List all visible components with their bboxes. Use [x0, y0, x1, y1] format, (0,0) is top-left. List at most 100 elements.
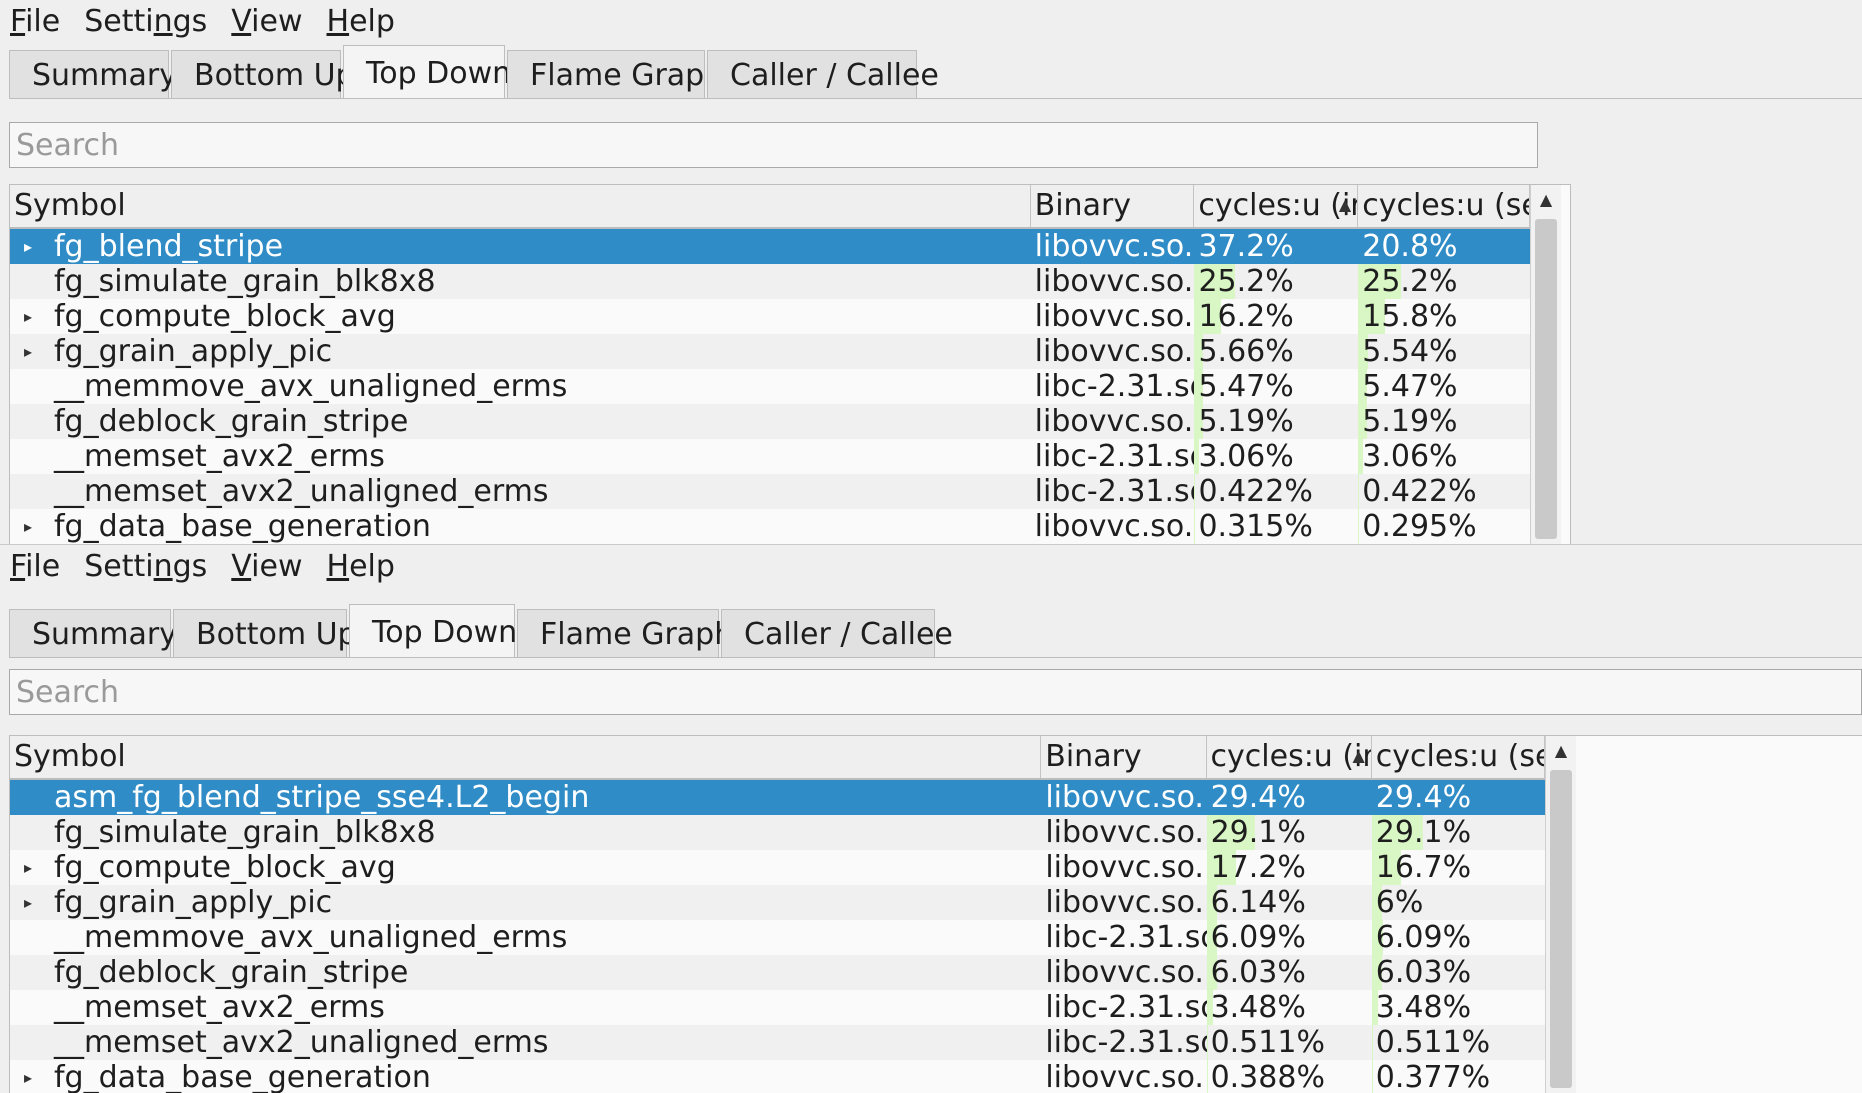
tab-top-down[interactable]: Top Down: [343, 45, 511, 98]
expand-arrow-icon[interactable]: ▸: [24, 229, 32, 264]
table-row[interactable]: __memmove_avx_unaligned_erms libc-2.31.so…: [10, 369, 1530, 404]
menu-file[interactable]: File: [0, 0, 74, 44]
menu-help[interactable]: Help: [317, 0, 409, 44]
column-header-label: cycles:u (self: [1375, 739, 1544, 774]
search-input[interactable]: [9, 122, 1538, 168]
inclusive-cost-value: 0.511%: [1210, 1025, 1325, 1060]
column-header-inclusive[interactable]: cycles:u (ir ▲: [1194, 185, 1359, 227]
expand-arrow-icon[interactable]: ▸: [24, 1060, 32, 1093]
table-row[interactable]: __memmove_avx_unaligned_erms libc-2.31.so…: [10, 920, 1545, 955]
tab-bottom-up[interactable]: Bottom Up: [171, 50, 355, 98]
self-cost-cell: 16.7%: [1371, 850, 1545, 885]
cost-bar: [1371, 1060, 1373, 1093]
binary-name: libovvc.so...: [1045, 1060, 1207, 1093]
vertical-scrollbar[interactable]: ▲: [1530, 185, 1561, 544]
expand-arrow-icon[interactable]: ▸: [24, 299, 32, 334]
self-cost-value: 0.377%: [1375, 1060, 1491, 1093]
table-row[interactable]: fg_simulate_grain_blk8x8libovvc.so...25.…: [10, 264, 1530, 299]
menu-label-part: elp: [349, 4, 395, 39]
menu-settings[interactable]: Settings: [74, 545, 221, 589]
symbol-name: fg_grain_apply_pic: [54, 885, 333, 920]
symbol-cell: ▸ fg_data_base_generation: [10, 1060, 1041, 1093]
menu-settings[interactable]: Settings: [74, 0, 221, 44]
binary-cell: libovvc.so...: [1041, 885, 1206, 920]
table-row[interactable]: __memset_avx2_erms libc-2.31.so 3.06% 3.06%: [10, 439, 1530, 474]
menu-view[interactable]: View: [221, 0, 316, 44]
symbol-cell: __memset_avx2_unaligned_erms: [10, 474, 1031, 509]
column-header-symbol[interactable]: Symbol: [10, 185, 1031, 227]
column-header-self[interactable]: cycles:u (self: [1372, 736, 1546, 778]
self-cost-value: 3.06%: [1362, 439, 1458, 474]
table-row[interactable]: ▸fg_data_base_generationlibovvc.so...0.3…: [10, 509, 1530, 544]
menu-label-part: F: [10, 4, 26, 39]
column-header-binary[interactable]: Binary: [1031, 185, 1195, 227]
expand-arrow-icon[interactable]: ▸: [24, 509, 32, 544]
table-header: SymbolBinary cycles:u (ir▲cycles:u (self: [10, 185, 1530, 229]
tab-bottom-up[interactable]: Bottom Up: [173, 609, 357, 657]
menubar: File Settings View Help: [0, 545, 1862, 589]
inclusive-cost-value: 0.388%: [1210, 1060, 1325, 1093]
tab-caller-callee[interactable]: Caller / Callee: [721, 609, 953, 657]
inclusive-cost-cell: 16.2%: [1194, 299, 1358, 334]
inclusive-cost-value: 6.03%: [1210, 955, 1306, 990]
self-cost-value: 3.48%: [1375, 990, 1472, 1025]
binary-name: libc-2.31.so: [1045, 1025, 1207, 1060]
tab-caller-callee[interactable]: Caller / Callee: [707, 50, 939, 98]
column-header-label: Binary: [1034, 188, 1132, 223]
vertical-scrollbar[interactable]: ▲: [1545, 736, 1576, 1093]
top-down-tree[interactable]: SymbolBinarycycles:u (ir▲cycles:u (self▸…: [9, 184, 1571, 544]
menu-file[interactable]: File: [0, 545, 74, 589]
tab-summary[interactable]: Summary: [9, 609, 177, 657]
column-header-symbol[interactable]: Symbol: [10, 736, 1042, 778]
inclusive-cost-cell: 3.48%: [1206, 990, 1372, 1025]
inclusive-cost-value: 0.422%: [1198, 474, 1313, 509]
inclusive-cost-cell: 37.2%: [1194, 229, 1358, 264]
top-down-tree[interactable]: SymbolBinarycycles:u (ir▲cycles:u (selfa…: [9, 735, 1862, 1093]
column-header-inclusive[interactable]: cycles:u (ir ▲: [1207, 736, 1372, 778]
table-row[interactable]: fg_deblock_grain_stripelibovvc.so...5.19…: [10, 404, 1530, 439]
table-row[interactable]: fg_simulate_grain_blk8x8 libovvc.so... 29.…: [10, 815, 1545, 850]
inclusive-cost-value: 25.2%: [1198, 264, 1294, 299]
self-cost-value: 29.4%: [1375, 780, 1472, 815]
tab-flame-graph[interactable]: Flame Graph: [507, 50, 723, 98]
menu-label-part: Setti: [84, 4, 154, 39]
symbol-name: __memset_avx2_unaligned_erms: [54, 1025, 549, 1060]
table-row[interactable]: fg_deblock_grain_stripe libovvc.so... 6.03…: [10, 955, 1545, 990]
symbol-cell: ▸ fg_data_base_generation: [10, 509, 1031, 544]
table-row[interactable]: ▸ fg_grain_apply_pic libovvc.so...5.66% 5.5…: [10, 334, 1530, 369]
column-header-binary[interactable]: Binary: [1041, 736, 1207, 778]
binary-name: libovvc.so...: [1045, 780, 1207, 815]
scroll-up-icon[interactable]: ▲: [1531, 185, 1561, 215]
menu-view[interactable]: View: [221, 545, 316, 589]
symbol-cell: ▸ fg_compute_block_avg: [10, 299, 1031, 334]
tab-summary[interactable]: Summary: [9, 50, 177, 98]
self-cost-cell: 5.54%: [1358, 334, 1530, 369]
scrollbar-handle[interactable]: [1535, 219, 1557, 539]
expand-arrow-icon[interactable]: ▸: [24, 885, 32, 920]
tab-top-down[interactable]: Top Down: [349, 604, 517, 657]
table-row[interactable]: ▸ fg_grain_apply_pic libovvc.so... 6.14% 6%: [10, 885, 1545, 920]
table-row[interactable]: ▸fg_data_base_generationlibovvc.so...0.3…: [10, 1060, 1545, 1093]
table-row[interactable]: __memset_avx2_unaligned_erms libc-2.31.so…: [10, 474, 1530, 509]
expand-arrow-icon[interactable]: ▸: [24, 334, 32, 369]
binary-name: libc-2.31.so: [1034, 439, 1195, 474]
self-cost-cell: 6.09%: [1371, 920, 1545, 955]
column-header-self[interactable]: cycles:u (self: [1358, 185, 1530, 227]
table-row[interactable]: ▸ fg_compute_block_avg libovvc.so... 17.2% 1…: [10, 850, 1545, 885]
search-input[interactable]: [9, 669, 1862, 715]
scroll-up-icon[interactable]: ▲: [1546, 736, 1576, 766]
table-row[interactable]: asm_fg_blend_stripe_sse4.L2_begin libovvc…: [10, 780, 1545, 815]
expand-arrow-icon[interactable]: ▸: [24, 850, 32, 885]
table-row[interactable]: ▸ fg_compute_block_avg libovvc.so...16.2% 1…: [10, 299, 1530, 334]
menu-label-part: F: [10, 549, 26, 584]
symbol-cell: asm_fg_blend_stripe_sse4.L2_begin: [10, 780, 1041, 815]
symbol-name: __memset_avx2_unaligned_erms: [54, 474, 549, 509]
menu-help[interactable]: Help: [317, 545, 409, 589]
column-header-label: cycles:u (ir: [1210, 739, 1372, 774]
scrollbar-handle[interactable]: [1550, 770, 1572, 1088]
table-row[interactable]: __memset_avx2_unaligned_erms libc-2.31.so…: [10, 1025, 1545, 1060]
menu-label-part: ile: [25, 549, 61, 584]
table-row[interactable]: ▸ fg_blend_stripe libovvc.so...37.2% 20.8%: [10, 229, 1530, 264]
tab-flame-graph[interactable]: Flame Graph: [517, 609, 733, 657]
table-row[interactable]: __memset_avx2_erms libc-2.31.so 3.48% 3.48%: [10, 990, 1545, 1025]
